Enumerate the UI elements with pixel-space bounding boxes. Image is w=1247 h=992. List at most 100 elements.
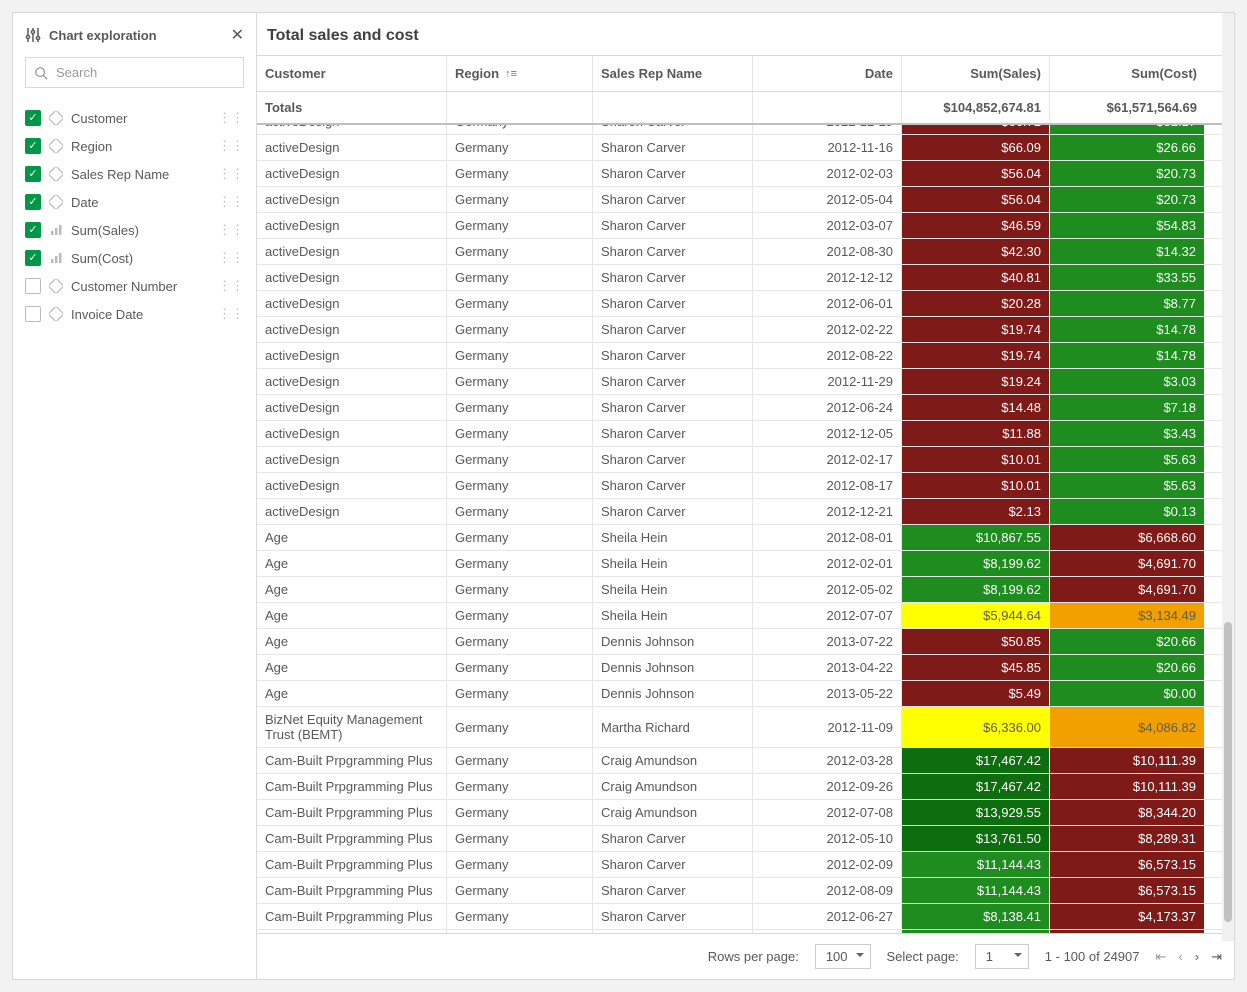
table-row[interactable]: activeDesignGermanySharon Carver2012-12-… (257, 265, 1234, 291)
pager-first-icon[interactable]: ⇤ (1156, 949, 1167, 965)
cell-region: Germany (447, 852, 593, 877)
field-checkbox[interactable] (25, 194, 41, 210)
pager-last-icon[interactable]: ⇥ (1211, 949, 1222, 965)
table-row[interactable]: activeDesignGermanySharon Carver2012-08-… (257, 473, 1234, 499)
table-row[interactable]: AgeGermanySheila Hein2012-05-02$8,199.62… (257, 577, 1234, 603)
scrollbar-thumb[interactable] (1224, 622, 1232, 922)
col-customer[interactable]: Customer (257, 56, 447, 91)
field-checkbox[interactable] (25, 166, 41, 182)
field-checkbox[interactable] (25, 138, 41, 154)
field-checkbox[interactable] (25, 110, 41, 126)
rows-per-page-select[interactable]: 100 (815, 944, 871, 969)
table-row[interactable]: AgeGermanyDennis Johnson2013-04-22$45.85… (257, 655, 1234, 681)
cell-customer: Cam-Built Prpgramming Plus (257, 826, 447, 851)
table-row[interactable]: activeDesignGermanySharon Carver2012-11-… (257, 135, 1234, 161)
drag-handle-icon[interactable]: ⋮⋮ (218, 166, 244, 182)
col-sum-cost[interactable]: Sum(Cost) (1050, 56, 1205, 91)
cell-sales: $66.71 (902, 125, 1050, 134)
table-row[interactable]: activeDesignGermanySharon Carver2012-08-… (257, 343, 1234, 369)
field-checkbox[interactable] (25, 278, 41, 294)
table-row[interactable]: Cam-Built Prpgramming PlusGermanyCraig A… (257, 774, 1234, 800)
cell-cost: $7.18 (1050, 395, 1205, 420)
cell-date: 2012-08-17 (753, 473, 902, 498)
table-row[interactable]: activeDesignGermanySharon Carver2012-06-… (257, 291, 1234, 317)
cell-cost: $3,134.49 (1050, 603, 1205, 628)
table-row[interactable]: AgeGermanySheila Hein2012-02-01$8,199.62… (257, 551, 1234, 577)
field-row-region[interactable]: Region⋮⋮ (25, 132, 244, 160)
table-row[interactable]: activeDesignGermanySharon Carver2012-02-… (257, 161, 1234, 187)
cell-cost: $6,668.60 (1050, 525, 1205, 550)
drag-handle-icon[interactable]: ⋮⋮ (218, 306, 244, 322)
field-checkbox[interactable] (25, 222, 41, 238)
vertical-scrollbar[interactable] (1222, 13, 1234, 941)
drag-handle-icon[interactable]: ⋮⋮ (218, 110, 244, 126)
totals-sales: $104,852,674.81 (902, 92, 1050, 123)
table-row[interactable]: activeDesignGermanySharon Carver2012-02-… (257, 317, 1234, 343)
table-row[interactable]: activeDesignGermanySharon Carver2012-12-… (257, 421, 1234, 447)
cell-region: Germany (447, 343, 593, 368)
table-row[interactable]: Cam-Built Prpgramming PlusGermanySharon … (257, 852, 1234, 878)
pager-next-icon[interactable]: › (1195, 949, 1199, 965)
cell-customer: activeDesign (257, 499, 447, 524)
table-row[interactable]: activeDesignGermanySharon Carver2012-06-… (257, 395, 1234, 421)
table-row[interactable]: AgeGermanyDennis Johnson2013-05-22$5.49$… (257, 681, 1234, 707)
table-row[interactable]: Cam-Built Prpgramming PlusGermanySharon … (257, 878, 1234, 904)
drag-handle-icon[interactable]: ⋮⋮ (218, 222, 244, 238)
field-checkbox[interactable] (25, 306, 41, 322)
table-row[interactable]: activeDesignGermanySharon Carver2012-12-… (257, 125, 1234, 135)
pager-prev-icon[interactable]: ‹ (1178, 949, 1182, 965)
col-sum-sales[interactable]: Sum(Sales) (902, 56, 1050, 91)
table-row[interactable]: AgeGermanySheila Hein2012-08-01$10,867.5… (257, 525, 1234, 551)
table-row[interactable]: activeDesignGermanySharon Carver2012-02-… (257, 447, 1234, 473)
field-row-date[interactable]: Date⋮⋮ (25, 188, 244, 216)
cell-customer: activeDesign (257, 343, 447, 368)
field-row-sales-rep-name[interactable]: Sales Rep Name⋮⋮ (25, 160, 244, 188)
field-checkbox[interactable] (25, 250, 41, 266)
search-input[interactable] (54, 64, 235, 81)
table-row[interactable]: Cam-Built Prpgramming PlusGermanySharon … (257, 826, 1234, 852)
col-sales-rep[interactable]: Sales Rep Name (593, 56, 753, 91)
cell-sales: $13,761.50 (902, 826, 1050, 851)
col-date[interactable]: Date (753, 56, 902, 91)
drag-handle-icon[interactable]: ⋮⋮ (218, 194, 244, 210)
cell-region: Germany (447, 239, 593, 264)
field-row-sum-sales-[interactable]: Sum(Sales)⋮⋮ (25, 216, 244, 244)
drag-handle-icon[interactable]: ⋮⋮ (218, 250, 244, 266)
close-icon[interactable]: ✕ (231, 25, 244, 45)
cell-date: 2012-03-28 (753, 748, 902, 773)
select-page-select[interactable]: 1 (975, 944, 1029, 969)
field-row-invoice-date[interactable]: Invoice Date⋮⋮ (25, 300, 244, 328)
field-row-customer[interactable]: Customer⋮⋮ (25, 104, 244, 132)
table-row[interactable]: activeDesignGermanySharon Carver2012-12-… (257, 499, 1234, 525)
table-row[interactable]: activeDesignGermanySharon Carver2012-11-… (257, 369, 1234, 395)
table-row[interactable]: AgeGermanySheila Hein2012-07-07$5,944.64… (257, 603, 1234, 629)
drag-handle-icon[interactable]: ⋮⋮ (218, 278, 244, 294)
table-row[interactable]: Cam-Built Prpgramming PlusGermanySharon … (257, 930, 1234, 933)
cell-date: 2012-12-19 (753, 125, 902, 134)
search-box[interactable] (25, 57, 244, 88)
cell-customer: activeDesign (257, 213, 447, 238)
measure-icon (49, 223, 63, 237)
table-body[interactable]: activeDesignGermanySharon Carver2012-12-… (257, 125, 1234, 933)
table-row[interactable]: AgeGermanyDennis Johnson2013-07-22$50.85… (257, 629, 1234, 655)
table-row[interactable]: Cam-Built Prpgramming PlusGermanyCraig A… (257, 748, 1234, 774)
cell-cost: $4,173.37 (1050, 904, 1205, 929)
cell-date: 2012-02-22 (753, 317, 902, 342)
table-row[interactable]: activeDesignGermanySharon Carver2012-03-… (257, 213, 1234, 239)
table-row[interactable]: Cam-Built Prpgramming PlusGermanyCraig A… (257, 800, 1234, 826)
table-row[interactable]: Cam-Built Prpgramming PlusGermanySharon … (257, 904, 1234, 930)
cell-customer: activeDesign (257, 125, 447, 134)
cell-customer: activeDesign (257, 135, 447, 160)
table-row[interactable]: activeDesignGermanySharon Carver2012-05-… (257, 187, 1234, 213)
field-row-sum-cost-[interactable]: Sum(Cost)⋮⋮ (25, 244, 244, 272)
cell-sales: $45.85 (902, 655, 1050, 680)
drag-handle-icon[interactable]: ⋮⋮ (218, 138, 244, 154)
col-region[interactable]: Region↑≡ (447, 56, 593, 91)
cell-customer: activeDesign (257, 447, 447, 472)
field-row-customer-number[interactable]: Customer Number⋮⋮ (25, 272, 244, 300)
table-row[interactable]: BizNet Equity Management Trust (BEMT)Ger… (257, 707, 1234, 748)
cell-rep: Sharon Carver (593, 878, 753, 903)
cell-rep: Sharon Carver (593, 213, 753, 238)
cell-date: 2012-05-04 (753, 187, 902, 212)
table-row[interactable]: activeDesignGermanySharon Carver2012-08-… (257, 239, 1234, 265)
